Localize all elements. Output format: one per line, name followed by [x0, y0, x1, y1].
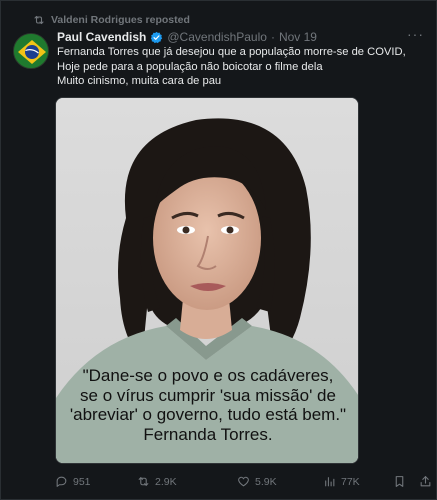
tweet-date[interactable]: Nov 19 [279, 30, 317, 44]
more-options-icon[interactable]: ··· [407, 27, 424, 41]
avatar[interactable] [13, 33, 49, 69]
tweet-image[interactable]: "Dane-se o povo e os cadáveres, se o vír… [55, 97, 359, 464]
heart-icon [238, 476, 249, 487]
views-icon [325, 477, 335, 487]
tweet-card: Valdeni Rodrigues reposted Paul Cavendis… [0, 0, 437, 500]
brazil-flag-avatar-icon [14, 34, 48, 68]
bookmark-icon [395, 476, 404, 487]
repost-icon [138, 477, 149, 486]
quote-line: "Dane-se o povo e os cadáveres, [82, 366, 334, 385]
author-name[interactable]: Paul Cavendish [57, 30, 146, 44]
repost-label: Valdeni Rodrigues reposted [51, 14, 190, 26]
share-button[interactable] [419, 475, 432, 488]
repost-count: 2.9K [155, 475, 177, 488]
image-quote: "Dane-se o povo e os cadáveres, se o vír… [56, 366, 358, 444]
repost-button[interactable]: 2.9K [137, 475, 177, 488]
verified-badge-icon[interactable] [150, 31, 163, 44]
view-count: 77K [341, 475, 360, 488]
author-handle[interactable]: @CavendishPaulo [167, 30, 267, 44]
tweet-header: Paul Cavendish @CavendishPaulo · Nov 19 [57, 29, 317, 45]
quote-line: se o vírus cumprir 'sua missão' de [80, 385, 336, 405]
quote-attribution: Fernanda Torres. [143, 424, 273, 444]
reply-button[interactable]: 951 [55, 475, 91, 488]
quote-line: 'abreviar' o governo, tudo está bem." [69, 405, 347, 424]
views-button[interactable]: 77K [323, 475, 360, 488]
share-icon [420, 476, 431, 487]
separator-dot: · [270, 30, 275, 44]
reply-count: 951 [73, 475, 91, 488]
like-count: 5.9K [255, 475, 277, 488]
tweet-text-line: Fernanda Torres que já desejou que a pop… [57, 46, 406, 73]
like-button[interactable]: 5.9K [237, 475, 277, 488]
repost-indicator[interactable]: Valdeni Rodrigues reposted [33, 12, 190, 28]
reply-icon [56, 476, 67, 487]
tweet-text: Fernanda Torres que já desejou que a pop… [57, 45, 427, 89]
bookmark-button[interactable] [393, 475, 406, 488]
tweet-actions: 951 2.9K 5.9K 77K [55, 475, 433, 491]
tweet-text-line: Muito cinismo, muita cara de pau [57, 75, 222, 87]
repost-icon [34, 15, 44, 25]
